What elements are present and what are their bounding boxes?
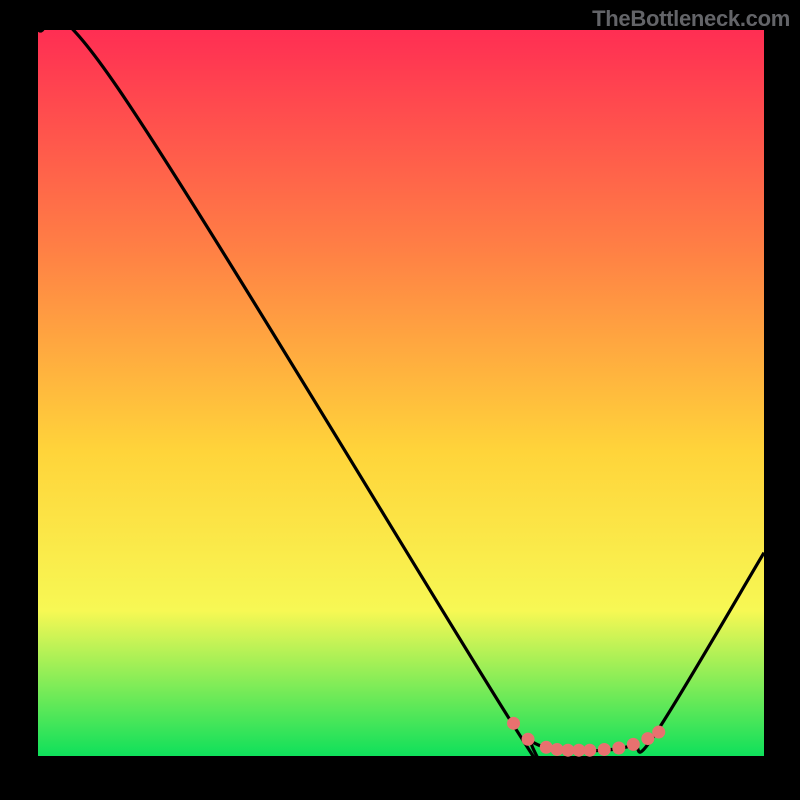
highlight-dot (612, 742, 625, 755)
watermark-text: TheBottleneck.com (592, 6, 790, 32)
highlight-dot (522, 733, 535, 746)
chart-container: TheBottleneck.com (0, 0, 800, 800)
highlight-dot (540, 741, 553, 754)
highlight-dot (583, 744, 596, 757)
highlight-dot (598, 743, 611, 756)
plot-area (38, 30, 764, 756)
highlight-dot (652, 726, 665, 739)
highlight-dot (627, 738, 640, 751)
highlight-dot (507, 717, 520, 730)
chart-svg (38, 30, 764, 756)
gradient-background (38, 30, 764, 756)
highlight-dot (641, 732, 654, 745)
